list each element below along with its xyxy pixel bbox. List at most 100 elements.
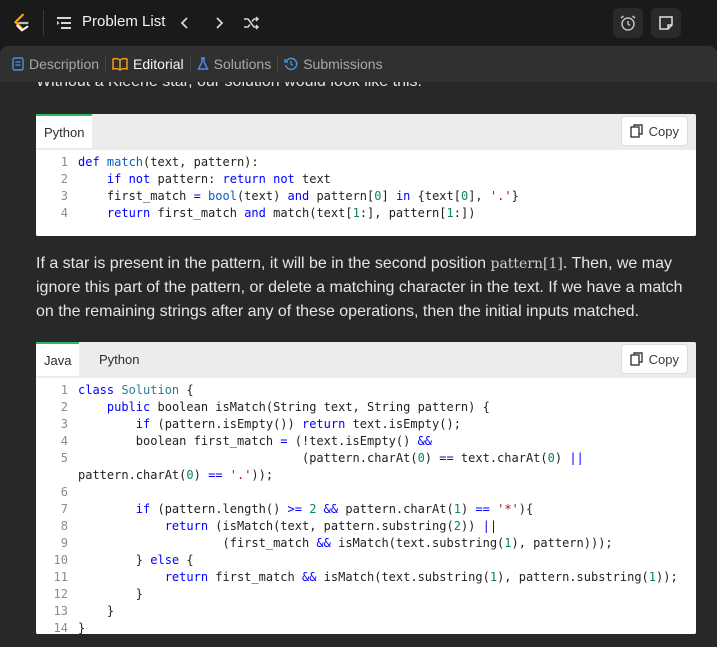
- code-line: 13 }: [36, 603, 696, 620]
- code-token: text.charAt(: [453, 451, 548, 465]
- line-number: 7: [60, 502, 68, 516]
- code-token: &&: [301, 570, 317, 584]
- code-token: =: [280, 434, 288, 448]
- code-token: in: [395, 189, 411, 203]
- code-token: isMatch(text.substring(: [330, 536, 505, 550]
- code-token: 0: [186, 468, 194, 482]
- code-token: pattern.charAt(: [338, 502, 454, 516]
- code-text: if (pattern.isEmpty()) return text.isEmp…: [78, 416, 461, 433]
- copy-icon: [629, 352, 643, 366]
- code-token: &&: [316, 536, 331, 550]
- code-token: 2: [453, 519, 461, 533]
- tab-solutions[interactable]: Solutions: [191, 56, 278, 72]
- code-token: ), pattern.substring(: [497, 570, 649, 584]
- code-text: return (isMatch(text, pattern.substring(…: [78, 518, 497, 535]
- code-block-header: Java Python Copy: [36, 342, 696, 378]
- paragraph-star: If a star is present in the pattern, it …: [36, 252, 686, 324]
- code-line: 3 first_match = bool(text) and pattern[0…: [36, 188, 696, 205]
- line-number: 5: [60, 451, 68, 465]
- code-token: }: [511, 189, 519, 203]
- code-text: }: [78, 603, 114, 620]
- copy-button[interactable]: Copy: [620, 344, 688, 374]
- code-token: &&: [323, 502, 339, 516]
- code-line: 7 if (pattern.length() >= 2 && pattern.c…: [36, 501, 696, 518]
- top-navbar: Problem List: [0, 0, 717, 46]
- code-text: (first_match && isMatch(text.substring(1…: [78, 535, 613, 552]
- code-token: {: [179, 553, 194, 567]
- code-token: 2: [301, 502, 317, 516]
- code-tab-python[interactable]: Python: [91, 342, 147, 376]
- paragraph-text: If a star is present in the pattern, it …: [36, 255, 487, 272]
- tab-submissions[interactable]: Submissions: [278, 56, 388, 72]
- problem-panel: Description Editorial Solutions Submissi…: [0, 46, 717, 647]
- code-token: return not: [222, 172, 295, 186]
- code-token: if: [135, 417, 151, 431]
- leetcode-logo-icon[interactable]: [10, 12, 32, 34]
- code-line: 4 return first_match and match(text[1:],…: [36, 205, 696, 222]
- chevron-right-icon[interactable]: [211, 15, 227, 31]
- code-editor[interactable]: 1 class Solution {2 public boolean isMatc…: [36, 378, 696, 634]
- line-number: 11: [53, 570, 68, 584]
- flask-icon: [196, 57, 209, 70]
- timer-button[interactable]: [613, 8, 643, 38]
- code-block-header: Python Copy: [36, 114, 696, 150]
- shuffle-icon[interactable]: [242, 14, 260, 32]
- code-token: 1: [648, 570, 657, 584]
- code-token: {text[: [410, 189, 461, 203]
- line-number: 13: [53, 604, 68, 618]
- list-icon[interactable]: [56, 15, 72, 31]
- code-token: &&: [417, 434, 433, 448]
- code-token: class: [78, 383, 122, 397]
- code-token: (text): [236, 189, 288, 203]
- code-token: ): [460, 502, 476, 516]
- code-token: 1: [489, 570, 498, 584]
- code-tab-java[interactable]: Java: [36, 342, 80, 376]
- tab-label: Submissions: [303, 56, 383, 72]
- code-token: ): [554, 451, 570, 465]
- code-line: 1 class Solution {: [36, 382, 696, 399]
- code-text: if not pattern: return not text: [78, 171, 331, 188]
- line-number: 2: [60, 172, 68, 186]
- code-text: (pattern.charAt(0) == text.charAt(0) ||: [78, 450, 584, 467]
- chevron-left-icon[interactable]: [177, 15, 193, 31]
- code-token: else: [150, 553, 180, 567]
- notes-button[interactable]: [651, 8, 681, 38]
- code-token: ), pattern)));: [511, 536, 613, 550]
- code-token: return: [106, 206, 151, 220]
- code-token: match(text[: [265, 206, 353, 220]
- code-token: =: [193, 189, 201, 203]
- code-text: }: [78, 586, 143, 603]
- code-token: 0: [417, 451, 425, 465]
- tab-label: Solutions: [213, 56, 272, 72]
- code-editor[interactable]: 1 def match(text, pattern): 2 if not patte…: [36, 150, 696, 236]
- tab-description[interactable]: Description: [0, 56, 105, 72]
- line-number: 4: [60, 434, 68, 448]
- line-number: 8: [60, 519, 68, 533]
- code-token: }: [78, 587, 144, 601]
- panel-tabs: Description Editorial Solutions Submissi…: [0, 46, 717, 82]
- history-icon: [284, 57, 298, 71]
- line-number: 1: [60, 383, 68, 397]
- copy-button[interactable]: Copy: [620, 116, 688, 146]
- code-token: first_match: [208, 570, 302, 584]
- line-number: 1: [60, 155, 68, 169]
- code-token: and: [244, 206, 266, 220]
- code-tab-python[interactable]: Python: [36, 114, 93, 148]
- code-token: if not: [106, 172, 151, 186]
- line-number: 3: [60, 189, 68, 203]
- code-token: ): [193, 468, 209, 482]
- code-token: bool: [200, 189, 237, 203]
- code-line: 10 } else {: [36, 552, 696, 569]
- line-number: 4: [60, 206, 68, 220]
- code-token: pattern.charAt(: [78, 468, 187, 482]
- code-token: if: [135, 502, 151, 516]
- editorial-content: Without a Kleene star, our solution woul…: [0, 82, 717, 647]
- tab-editorial[interactable]: Editorial: [106, 56, 190, 72]
- problem-list-link[interactable]: Problem List: [82, 13, 165, 30]
- code-token: boolean first_match: [78, 434, 281, 448]
